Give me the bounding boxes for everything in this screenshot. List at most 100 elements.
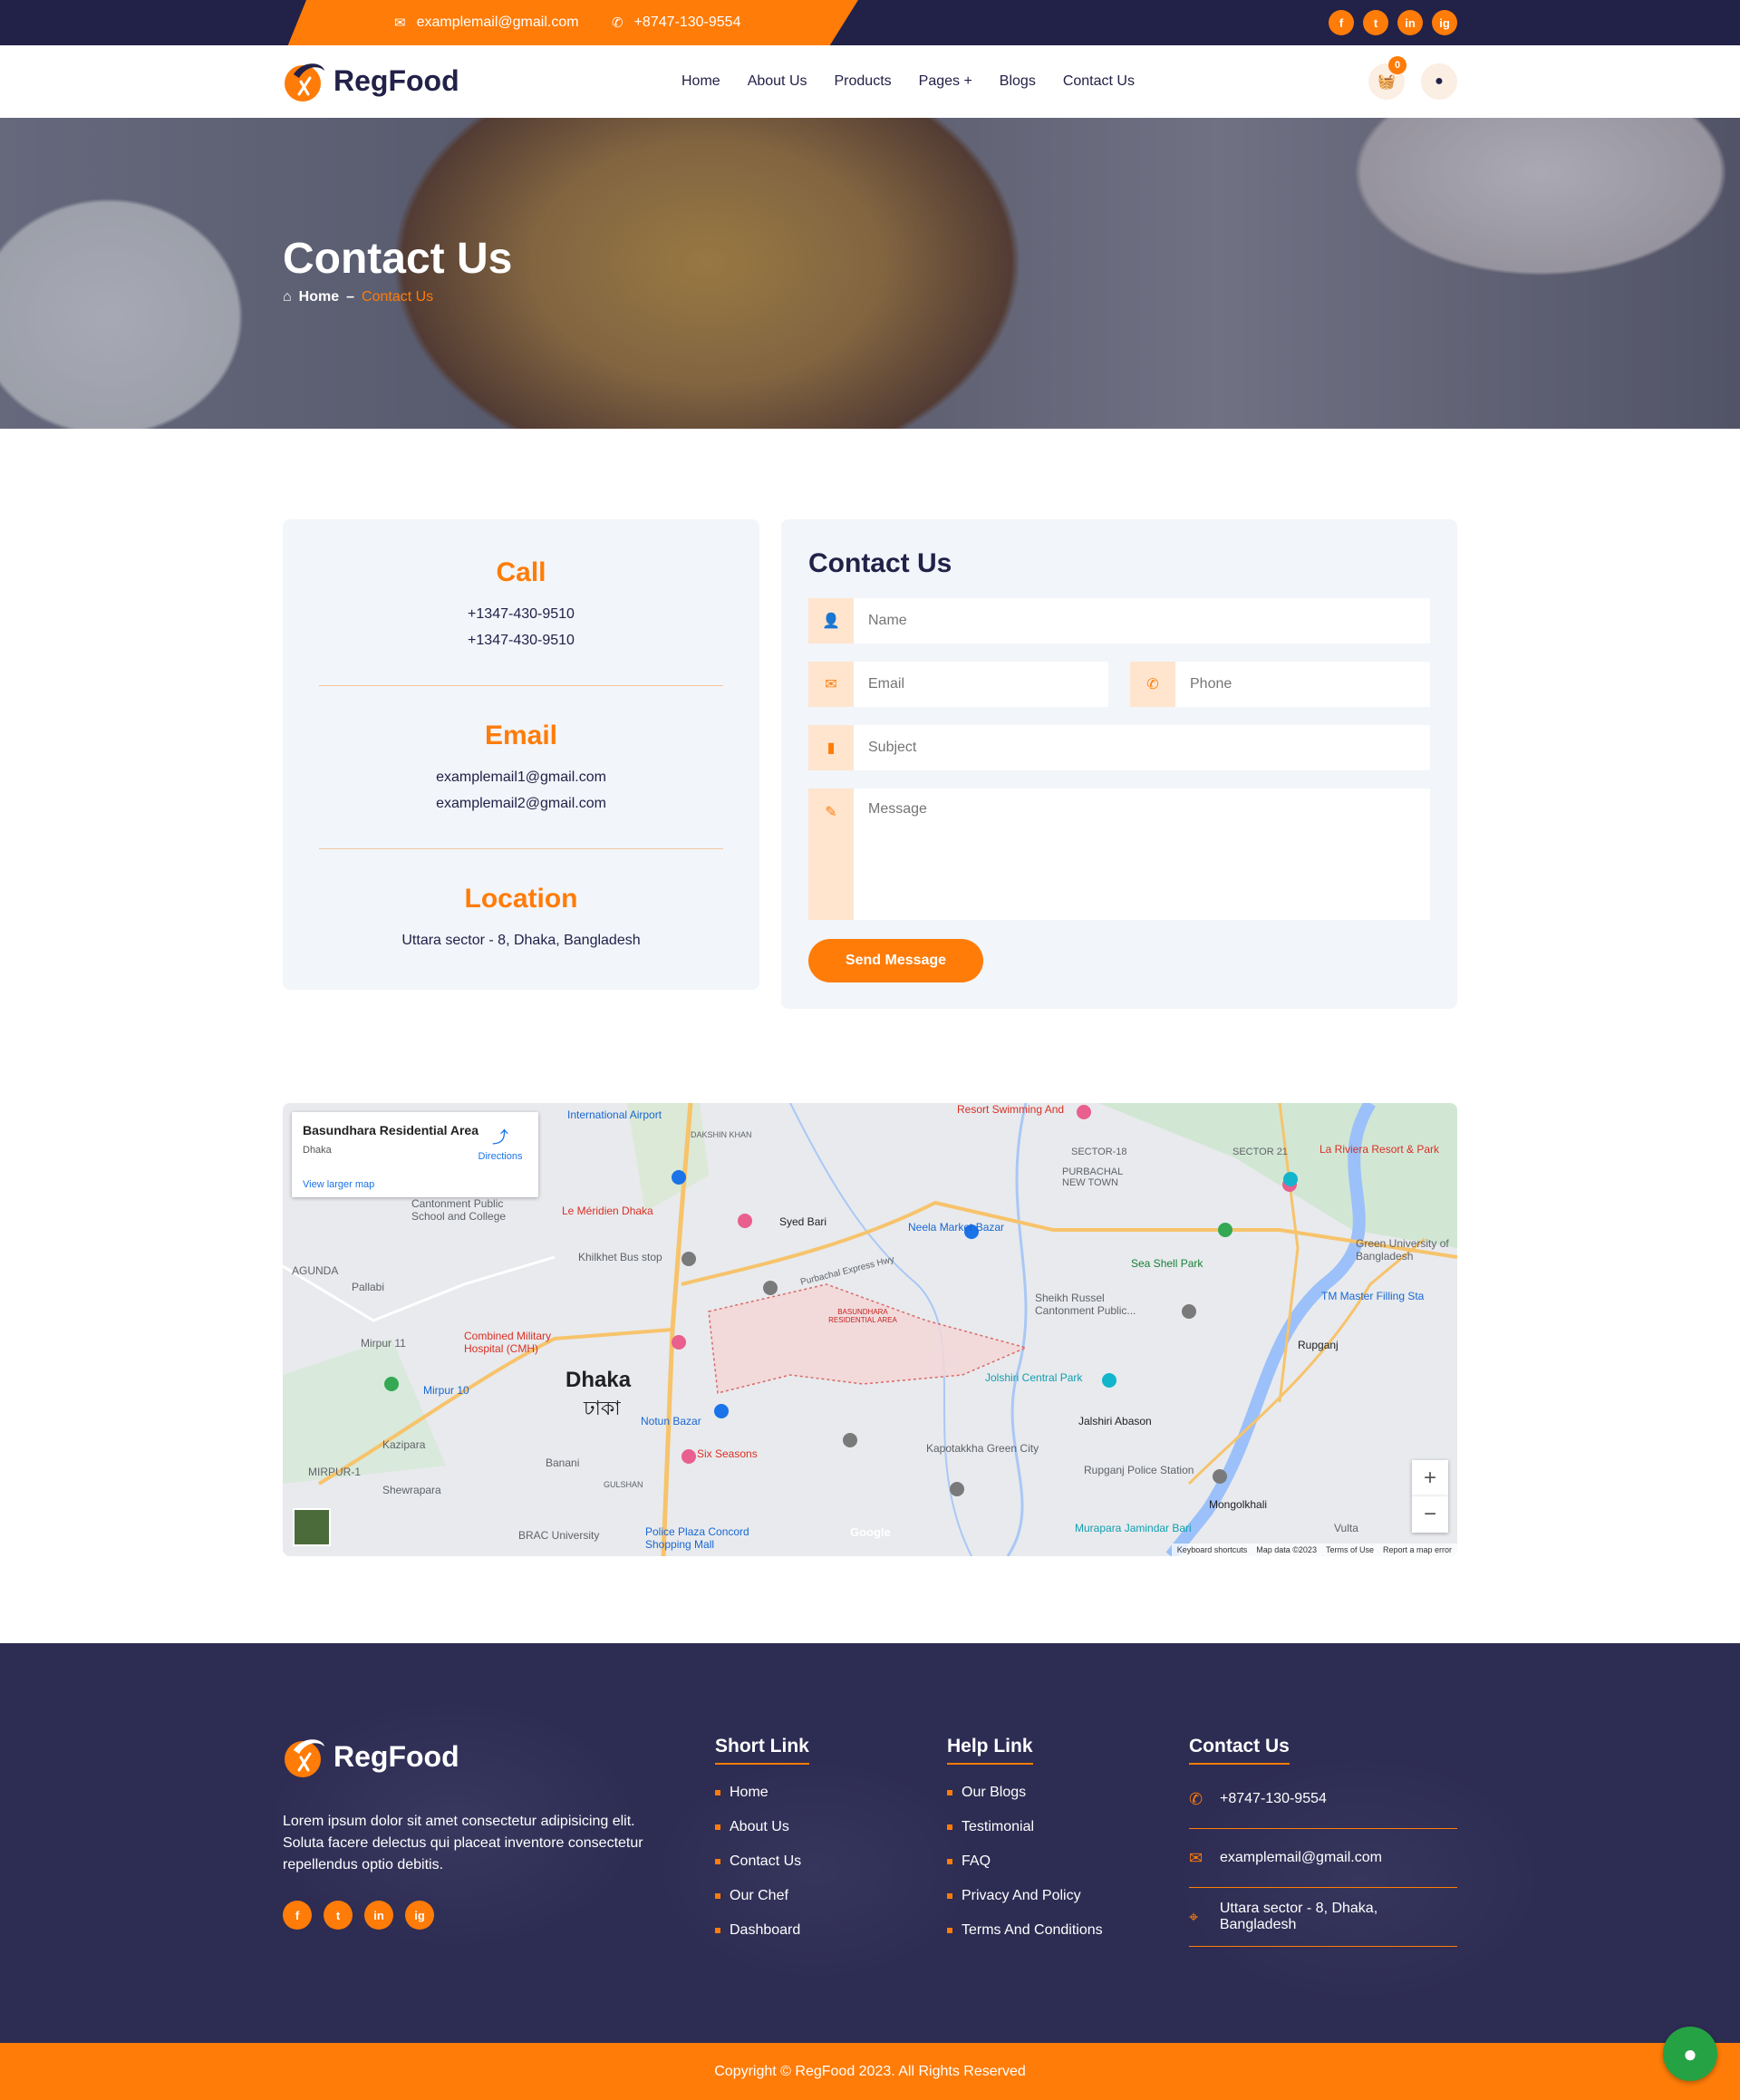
linkedin-icon[interactable]: in — [1397, 10, 1423, 35]
twitter-icon[interactable]: t — [1363, 10, 1388, 35]
phone-icon: ✆ — [1189, 1789, 1204, 1808]
instagram-icon[interactable]: ig — [405, 1901, 434, 1930]
zoom-out-button[interactable]: − — [1412, 1496, 1448, 1533]
directions-link[interactable]: ⤴ Directions — [473, 1125, 527, 1162]
name-field: 👤 — [808, 598, 1430, 644]
footer-link-blogs[interactable]: Our Blogs — [947, 1785, 1103, 1801]
top-email[interactable]: ✉ examplemail@gmail.com — [394, 0, 579, 45]
map-data-text: Map data ©2023 — [1256, 1545, 1317, 1554]
email-title: Email — [484, 721, 558, 750]
site-logo[interactable]: RegFood — [283, 58, 459, 103]
subject-input[interactable] — [854, 725, 1430, 770]
embedded-map[interactable]: Dhaka ঢাকা Le Méridien Dhaka Khilkhet Bu… — [283, 1103, 1457, 1556]
place-subtitle: Dhaka — [303, 1145, 332, 1156]
map-label: Banani — [546, 1456, 580, 1469]
send-message-button[interactable]: Send Message — [808, 939, 983, 982]
email-field: ✉ — [808, 662, 1108, 707]
map-label: DAKSHIN KHAN — [691, 1130, 752, 1139]
cart-count-badge: 0 — [1388, 56, 1406, 74]
map-label: Notun Bazar — [641, 1415, 701, 1427]
main-header: RegFood Home About Us Products Pages + B… — [0, 45, 1740, 118]
short-links-title: Short Link — [715, 1736, 809, 1765]
name-input[interactable] — [854, 598, 1430, 644]
map-label: Kazipara — [382, 1438, 426, 1451]
nav-about[interactable]: About Us — [748, 73, 807, 90]
user-button[interactable]: ● — [1421, 63, 1457, 100]
call-number-2[interactable]: +1347-430-9510 — [319, 627, 723, 653]
top-phone[interactable]: ✆ +8747-130-9554 — [612, 0, 740, 45]
book-icon: ▮ — [808, 725, 854, 770]
map-label: Mongolkhali — [1209, 1498, 1268, 1511]
google-logo: Google — [850, 1525, 891, 1539]
map-label: Resort Swimming And — [957, 1103, 1065, 1116]
footer-email[interactable]: ✉ examplemail@gmail.com — [1189, 1829, 1457, 1888]
email-2[interactable]: examplemail2@gmail.com — [319, 790, 723, 817]
map-city-bn: ঢাকা — [584, 1397, 621, 1419]
footer-link-testimonial[interactable]: Testimonial — [947, 1819, 1103, 1835]
footer-contact: Contact Us ✆ +8747-130-9554 ✉ examplemai… — [1189, 1736, 1457, 1947]
chat-bubble-icon: ● — [1683, 2039, 1697, 2067]
email-1[interactable]: examplemail1@gmail.com — [319, 764, 723, 790]
zoom-in-button[interactable]: + — [1412, 1460, 1448, 1496]
linkedin-icon[interactable]: in — [364, 1901, 393, 1930]
nav-products[interactable]: Products — [835, 73, 892, 90]
nav-home[interactable]: Home — [682, 73, 720, 90]
copyright-text: Copyright © RegFood 2023. All Rights Res… — [714, 2063, 1026, 2079]
footer-link-home[interactable]: Home — [715, 1785, 809, 1801]
footer-description: Lorem ipsum dolor sit amet consectetur a… — [283, 1814, 643, 1873]
map-label: Rupganj Police Station — [1084, 1464, 1194, 1476]
cart-button[interactable]: 🧺 0 — [1368, 56, 1406, 100]
facebook-icon[interactable]: f — [1329, 10, 1354, 35]
nav-contact[interactable]: Contact Us — [1063, 73, 1135, 90]
footer-logo[interactable]: RegFood — [283, 1734, 459, 1779]
nav-blogs[interactable]: Blogs — [1000, 73, 1036, 90]
footer-link-dashboard[interactable]: Dashboard — [715, 1922, 809, 1939]
report-error-link[interactable]: Report a map error — [1383, 1545, 1452, 1554]
instagram-icon[interactable]: ig — [1432, 10, 1457, 35]
phone-icon: ✆ — [612, 15, 624, 31]
footer-link-about[interactable]: About Us — [715, 1819, 809, 1835]
footer-link-privacy[interactable]: Privacy And Policy — [947, 1888, 1103, 1904]
divider — [319, 685, 723, 686]
keyboard-shortcuts-link[interactable]: Keyboard shortcuts — [1177, 1545, 1248, 1554]
home-icon: ⌂ — [283, 289, 292, 305]
chat-button[interactable]: ● — [1663, 2027, 1717, 2081]
message-input[interactable] — [854, 789, 1430, 920]
phone-input[interactable] — [1175, 662, 1430, 707]
map-label: MIRPUR-1 — [308, 1466, 362, 1478]
map-label: Rupganj — [1298, 1339, 1339, 1351]
page-banner: Contact Us ⌂ Home – Contact Us — [0, 118, 1740, 429]
map-label: GULSHAN — [604, 1480, 643, 1489]
directions-icon: ⤴ — [492, 1128, 508, 1147]
terms-link[interactable]: Terms of Use — [1326, 1545, 1374, 1554]
footer-link-faq[interactable]: FAQ — [947, 1853, 1103, 1870]
map-label: Le Méridien Dhaka — [562, 1205, 653, 1217]
map-label: Neela Market Bazar — [908, 1221, 1005, 1234]
footer-phone[interactable]: ✆ +8747-130-9554 — [1189, 1770, 1457, 1829]
email-input[interactable] — [854, 662, 1108, 707]
view-larger-map-link[interactable]: View larger map — [303, 1179, 374, 1190]
nav-pages[interactable]: Pages + — [919, 73, 972, 90]
location-title: Location — [464, 884, 578, 914]
twitter-icon[interactable]: t — [324, 1901, 353, 1930]
subject-field: ▮ — [808, 725, 1430, 770]
facebook-icon[interactable]: f — [283, 1901, 312, 1930]
footer-address: ⌖ Uttara sector - 8, Dhaka, Bangladesh — [1189, 1888, 1457, 1947]
help-links: Help Link Our Blogs Testimonial FAQ Priv… — [947, 1736, 1103, 1957]
footer-link-chef[interactable]: Our Chef — [715, 1888, 809, 1904]
map-label: International Airport — [567, 1108, 662, 1121]
top-bar-accent-cut — [0, 0, 306, 45]
map-label: Vulta — [1334, 1522, 1358, 1534]
map-attribution: Keyboard shortcuts Map data ©2023 Terms … — [1171, 1544, 1457, 1556]
map-label: La Riviera Resort & Park — [1320, 1143, 1440, 1156]
header-icons: 🧺 0 ● — [1368, 56, 1457, 100]
call-block: Call +1347-430-9510 +1347-430-9510 — [319, 557, 723, 653]
footer-link-terms[interactable]: Terms And Conditions — [947, 1922, 1103, 1939]
footer-link-contact[interactable]: Contact Us — [715, 1853, 809, 1870]
map-label: Shewrapara — [382, 1484, 441, 1496]
top-social: f t in ig — [1329, 10, 1457, 35]
breadcrumb-home[interactable]: Home — [299, 289, 339, 305]
map-label: Murapara Jamindar Bari — [1075, 1522, 1192, 1534]
call-title: Call — [496, 557, 546, 587]
call-number-1[interactable]: +1347-430-9510 — [319, 601, 723, 627]
